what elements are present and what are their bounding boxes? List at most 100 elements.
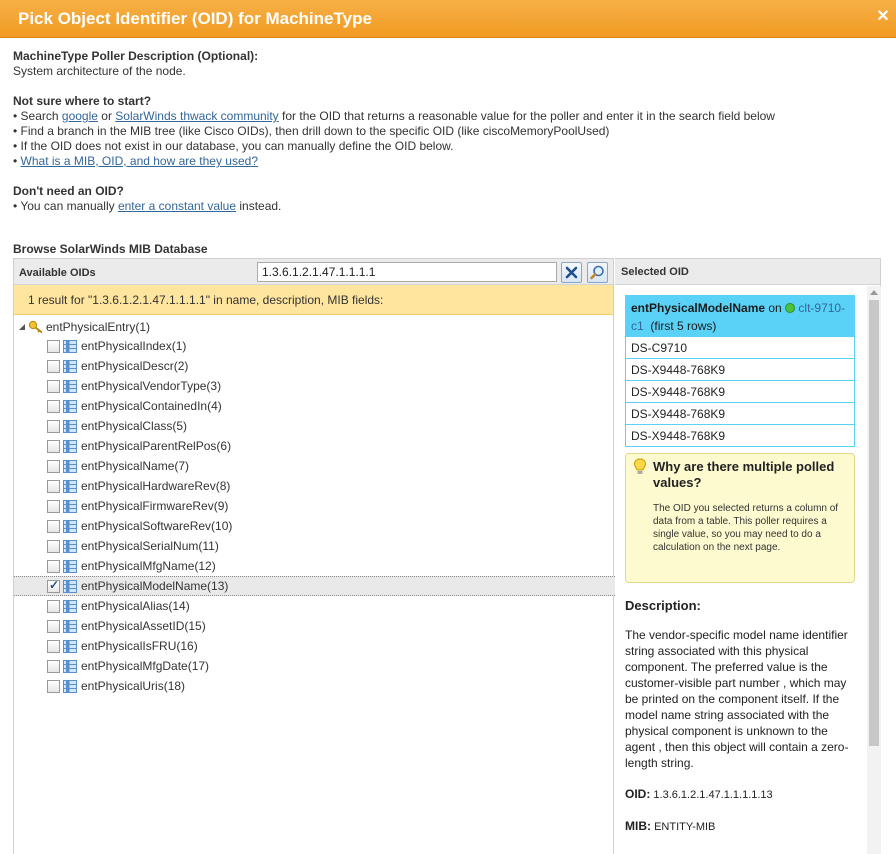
tree-node-label: entPhysicalVendorType(3)	[81, 379, 222, 393]
table-column-icon	[63, 559, 77, 573]
hint-bullet-branch: Find a branch in the MIB tree (like Cisc…	[13, 124, 883, 139]
node-status-icon	[785, 303, 796, 313]
hint-bullet-manual: If the OID does not exist in our databas…	[13, 139, 883, 154]
tree-node-label: entPhysicalMfgName(12)	[81, 559, 216, 573]
tree-node-label: entPhysicalName(7)	[81, 459, 190, 473]
tree-node-label: entPhysicalHardwareRev(8)	[81, 479, 231, 493]
google-link[interactable]: google	[62, 109, 98, 123]
tree-node-label: entPhysicalIsFRU(16)	[81, 639, 198, 653]
tree-row[interactable]: entPhysicalAlias(14)	[14, 596, 615, 616]
oid-checkbox[interactable]	[47, 459, 60, 473]
mib-help-link[interactable]: What is a MIB, OID, and how are they use…	[21, 154, 258, 168]
polled-value-row: DS-X9448-768K9	[625, 425, 855, 447]
search-icon	[590, 265, 604, 280]
tree-root-label: entPhysicalEntry(1)	[46, 320, 151, 334]
tree-node-label: entPhysicalDescr(2)	[81, 359, 189, 373]
poller-description-heading: MachineType Poller Description (Optional…	[13, 49, 259, 63]
selected-pane-scrollbar[interactable]	[867, 286, 881, 854]
selected-oid-header: entPhysicalModelName on clt-9710-c1 (fir…	[625, 295, 855, 337]
table-column-icon	[63, 499, 77, 513]
selected-oid-name: entPhysicalModelName	[631, 301, 766, 315]
tree-row[interactable]: entPhysicalMfgName(12)	[14, 556, 615, 576]
oid-value: 1.3.6.1.2.1.47.1.1.1.1.13	[653, 789, 773, 801]
oid-checkbox[interactable]	[47, 639, 60, 653]
tree-node-label: entPhysicalMfgDate(17)	[81, 659, 210, 673]
tree-root-node[interactable]: entPhysicalEntry(1)	[18, 318, 150, 336]
tree-node-label: entPhysicalFirmwareRev(9)	[81, 499, 229, 513]
mib-tree: entPhysicalEntry(1) entPhysicalIndex(1) e…	[14, 315, 615, 853]
close-icon[interactable]: ✕	[876, 9, 890, 25]
table-column-icon	[63, 359, 77, 373]
oid-checkbox[interactable]	[47, 379, 60, 393]
oid-checkbox[interactable]	[47, 539, 60, 553]
tree-row[interactable]: entPhysicalSoftwareRev(10)	[14, 516, 615, 536]
oid-checkbox[interactable]	[47, 659, 60, 673]
tree-node-label: entPhysicalModelName(13)	[81, 579, 229, 593]
selected-oid-heading: Selected OID	[615, 259, 880, 285]
oid-checkbox[interactable]	[47, 359, 60, 373]
expand-triangle-icon[interactable]	[18, 323, 26, 331]
tree-row[interactable]: entPhysicalModelName(13)	[14, 576, 615, 596]
tree-row[interactable]: entPhysicalHardwareRev(8)	[14, 476, 615, 496]
hint-bullet-help: What is a MIB, OID, and how are they use…	[13, 154, 883, 169]
oid-checkbox[interactable]	[47, 479, 60, 493]
oid-search-input[interactable]	[257, 262, 557, 282]
oid-checkbox[interactable]	[47, 619, 60, 633]
available-oids-label: Available OIDs	[19, 267, 96, 279]
lightbulb-icon	[633, 458, 647, 474]
scrollbar-thumb[interactable]	[869, 300, 879, 746]
table-column-icon	[63, 639, 77, 653]
tree-row[interactable]: entPhysicalAssetID(15)	[14, 616, 615, 636]
available-oids-header: Available OIDs	[14, 259, 613, 285]
table-column-icon	[63, 399, 77, 413]
dialog-title: Pick Object Identifier (OID) for Machine…	[18, 9, 372, 28]
tree-row[interactable]: entPhysicalIsFRU(16)	[14, 636, 615, 656]
polled-value-row: DS-X9448-768K9	[625, 403, 855, 425]
oid-checkbox[interactable]	[47, 499, 60, 513]
selected-oid-values: entPhysicalModelName on clt-9710-c1 (fir…	[625, 295, 855, 447]
browse-mib-title: Browse SolarWinds MIB Database	[13, 242, 208, 256]
hint-bullet-search: Search google or SolarWinds thwack commu…	[13, 109, 883, 124]
tree-row[interactable]: entPhysicalClass(5)	[14, 416, 615, 436]
oid-checkbox[interactable]	[47, 519, 60, 533]
constant-value-bullet: You can manually enter a constant value …	[13, 199, 883, 214]
oid-checkbox[interactable]	[47, 399, 60, 413]
scroll-up-arrow-icon[interactable]	[870, 290, 878, 295]
tree-row[interactable]: entPhysicalMfgDate(17)	[14, 656, 615, 676]
oid-checkbox[interactable]	[47, 679, 60, 693]
tree-row[interactable]: entPhysicalDescr(2)	[14, 356, 615, 376]
tree-row[interactable]: entPhysicalContainedIn(4)	[14, 396, 615, 416]
tree-row[interactable]: entPhysicalParentRelPos(6)	[14, 436, 615, 456]
tree-row[interactable]: entPhysicalName(7)	[14, 456, 615, 476]
description-text: The vendor-specific model name identifie…	[625, 628, 849, 770]
table-column-icon	[63, 379, 77, 393]
mib-row: MIB: ENTITY-MIB	[625, 819, 716, 833]
thwack-link[interactable]: SolarWinds thwack community	[115, 109, 278, 123]
oid-checkbox[interactable]	[47, 339, 60, 353]
table-column-icon	[63, 459, 77, 473]
rows-note: (first 5 rows)	[650, 319, 717, 333]
tree-node-label: entPhysicalAlias(14)	[81, 599, 190, 613]
search-result-banner: 1 result for "1.3.6.1.2.1.47.1.1.1.1" in…	[14, 285, 613, 315]
tree-row[interactable]: entPhysicalSerialNum(11)	[14, 536, 615, 556]
oid-checkbox[interactable]	[47, 439, 60, 453]
tree-row[interactable]: entPhysicalFirmwareRev(9)	[14, 496, 615, 516]
table-column-icon	[63, 419, 77, 433]
tree-row[interactable]: entPhysicalIndex(1)	[14, 336, 615, 356]
oid-checkbox[interactable]	[47, 599, 60, 613]
table-column-icon	[63, 479, 77, 493]
constant-value-link[interactable]: enter a constant value	[118, 199, 236, 213]
table-column-icon	[63, 339, 77, 353]
oid-checkbox[interactable]	[47, 578, 60, 593]
clear-search-button[interactable]	[561, 262, 582, 283]
oid-checkbox[interactable]	[47, 559, 60, 573]
search-button[interactable]	[587, 262, 608, 283]
tree-row[interactable]: entPhysicalVendorType(3)	[14, 376, 615, 396]
description-heading: Description:	[625, 598, 701, 613]
key-icon	[28, 320, 43, 334]
oid-row: OID: 1.3.6.1.2.1.47.1.1.1.1.13	[625, 787, 773, 801]
oid-checkbox[interactable]	[47, 419, 60, 433]
tree-node-label: entPhysicalContainedIn(4)	[81, 399, 222, 413]
polled-value-row: DS-X9448-768K9	[625, 381, 855, 403]
tree-row[interactable]: entPhysicalUris(18)	[14, 676, 615, 696]
